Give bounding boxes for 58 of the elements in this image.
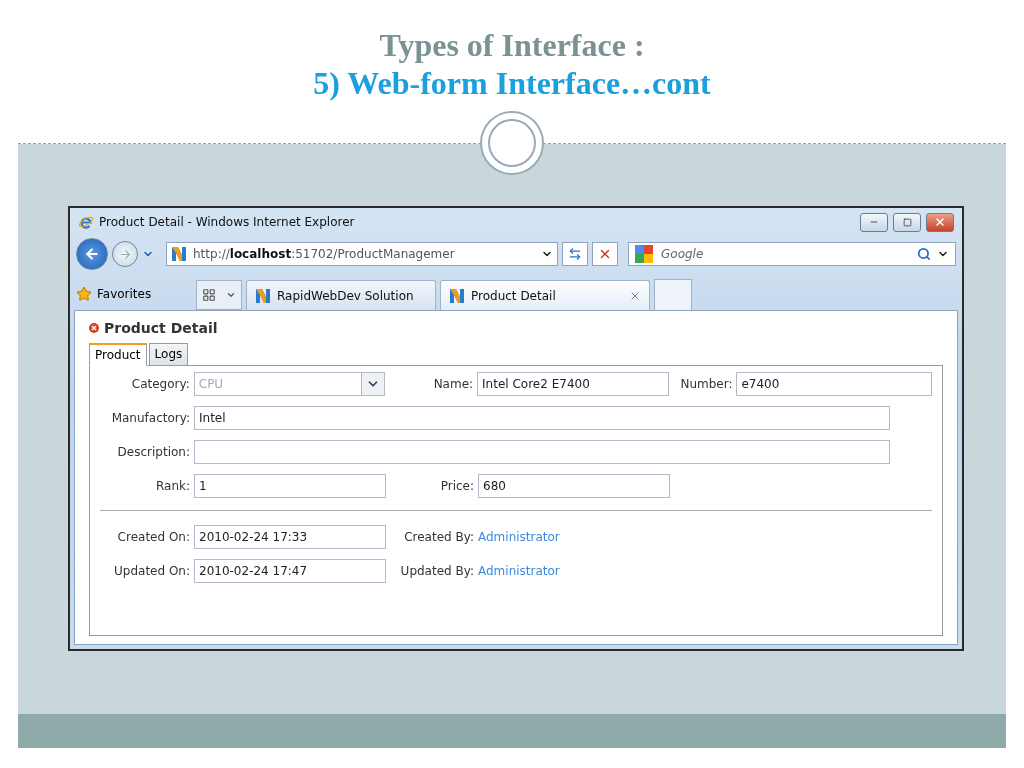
field-label: Created On: — [116, 530, 191, 544]
error-icon — [89, 323, 99, 333]
input-field[interactable]: Intel — [194, 406, 890, 430]
window-title: Product Detail - Windows Internet Explorer — [99, 215, 356, 229]
circle-ornament — [482, 113, 542, 173]
search-input[interactable]: Google — [659, 246, 911, 262]
field-label: Name: — [432, 377, 475, 391]
field-label: Updated On: — [113, 564, 191, 578]
field-label: Rank: — [154, 479, 191, 493]
close-icon — [934, 216, 946, 228]
maximize-icon — [902, 217, 912, 227]
browser-logo-icon — [78, 214, 94, 230]
stop-button[interactable] — [592, 242, 618, 266]
grid-icon — [202, 288, 216, 302]
forward-button[interactable] — [112, 241, 138, 267]
field-label: Manufactory: — [110, 411, 191, 425]
site-logo-icon — [255, 287, 271, 304]
back-button[interactable] — [76, 238, 108, 270]
maximize-button[interactable] — [893, 212, 921, 232]
url-text: http://localhost:51702/ProductManagemer — [193, 247, 456, 261]
input-field[interactable]: Intel Core2 E7400 — [477, 372, 669, 396]
star-icon — [76, 286, 92, 302]
minimize-button[interactable] — [860, 212, 888, 232]
input-field[interactable]: e7400 — [736, 372, 932, 396]
form-tab[interactable]: Logs — [148, 343, 189, 366]
field-label: Category: — [130, 377, 191, 391]
slide-subtitle: 5) Web-form Interface…cont — [313, 64, 711, 102]
close-button[interactable] — [926, 212, 954, 232]
browser-tab[interactable]: RapidWebDev Solution — [246, 280, 436, 310]
user-link[interactable]: Administrator — [478, 564, 560, 578]
two-arrows-icon — [568, 247, 582, 261]
site-logo-icon — [449, 287, 465, 304]
favorites-button[interactable]: Favorites — [76, 278, 192, 310]
address-bar[interactable]: http://localhost:51702/ProductManagemer — [166, 242, 558, 266]
browser-tab[interactable]: Product Detail — [440, 280, 650, 310]
field-label: Updated By: — [399, 564, 475, 578]
quick-tabs-button[interactable] — [196, 280, 242, 310]
field-label: Description: — [116, 445, 191, 459]
refresh-button[interactable] — [562, 242, 588, 266]
input-field[interactable]: 1 — [194, 474, 386, 498]
site-logo-icon — [171, 246, 187, 262]
search-icon[interactable] — [917, 247, 931, 261]
field-label: Price: — [439, 479, 475, 493]
caret-icon — [226, 290, 236, 300]
field-label: Number: — [679, 377, 734, 391]
chevron-down-icon — [361, 373, 385, 395]
input-field[interactable]: 2010-02-24 17:33 — [194, 525, 386, 549]
page-heading: Product Detail — [104, 320, 218, 336]
arrow-right-icon — [118, 247, 132, 261]
google-logo-icon — [635, 245, 653, 263]
slide-title: Types of Interface : — [379, 26, 645, 64]
input-field[interactable]: 2010-02-24 17:47 — [194, 559, 386, 583]
search-bar[interactable]: Google — [628, 242, 956, 266]
form-tab[interactable]: Product — [89, 343, 147, 366]
x-icon — [598, 247, 612, 261]
user-link[interactable]: Administrator — [478, 530, 560, 544]
field-label: Created By: — [403, 530, 475, 544]
input-field[interactable]: 680 — [478, 474, 670, 498]
